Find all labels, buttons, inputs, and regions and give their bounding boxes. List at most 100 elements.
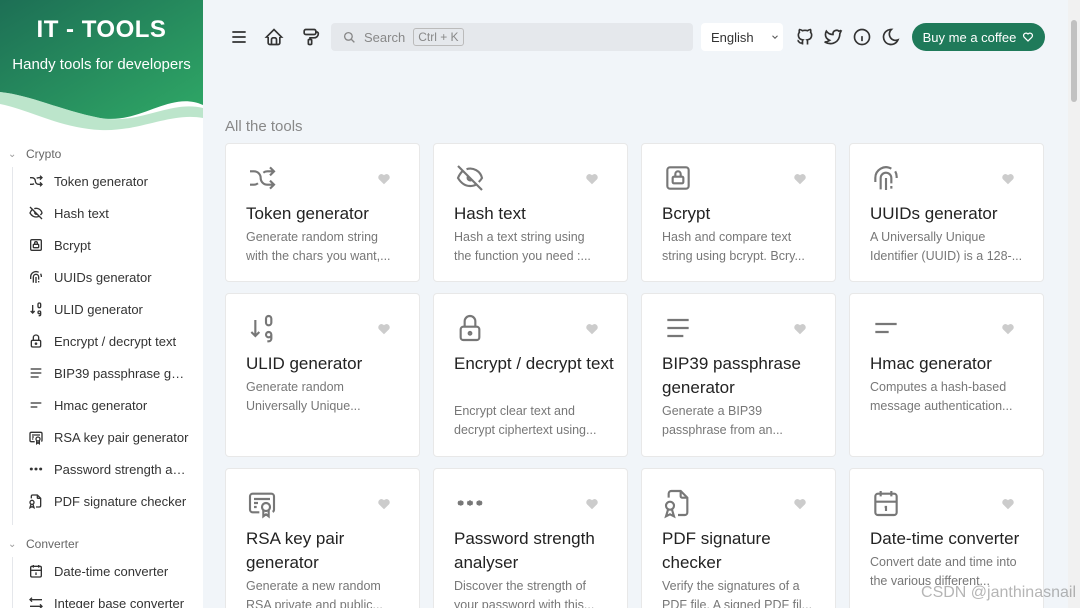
chevron-down-icon xyxy=(771,35,778,39)
tool-card-description-line: Encrypt clear text and xyxy=(454,404,575,418)
favorite-heart-icon[interactable] xyxy=(585,497,599,511)
tool-card-rsa-key-pair-generator[interactable]: RSA key pair generator Generate a new ran… xyxy=(225,468,420,608)
tool-card-description-line: Hash and compare text xyxy=(662,230,792,244)
tool-card-password-strength-analyser[interactable]: Password strength analyser Discover the s… xyxy=(433,468,628,608)
sidebar-item-hmac-generator[interactable]: Hmac generator xyxy=(28,391,198,419)
dark-mode-toggle[interactable] xyxy=(878,24,904,50)
sort-numeric-icon xyxy=(246,312,278,344)
sidebar-group-label: Converter xyxy=(26,537,79,551)
language-select[interactable]: English xyxy=(701,23,783,51)
tool-card-encrypt-decrypt-text[interactable]: Encrypt / decrypt text Encrypt clear text… xyxy=(433,293,628,457)
favorite-heart-icon[interactable] xyxy=(1001,497,1015,511)
favorite-heart-icon[interactable] xyxy=(585,322,599,336)
file-certificate-icon xyxy=(662,487,694,519)
sidebar-group-crypto[interactable]: ⌄ Crypto xyxy=(8,147,61,161)
tool-card-description: Generate a BIP39 passphrase from an... xyxy=(662,402,822,440)
search-input[interactable]: Search Ctrl + K xyxy=(331,23,693,51)
sidebar-item-token-generator[interactable]: Token generator xyxy=(28,167,198,195)
page-scrollbar[interactable] xyxy=(1068,0,1080,608)
lock-icon xyxy=(28,333,44,349)
lock-icon xyxy=(454,312,486,344)
favorite-heart-icon[interactable] xyxy=(1001,172,1015,186)
favorite-heart-icon[interactable] xyxy=(377,322,391,336)
tool-card-description-line: Generate a BIP39 xyxy=(662,404,763,418)
tool-card-description-line: Hash a text string using xyxy=(454,230,585,244)
about-button[interactable] xyxy=(849,24,875,50)
sidebar-item-hash-text[interactable]: Hash text xyxy=(28,199,198,227)
sidebar-item-label: Hash text xyxy=(54,205,109,221)
sort-numeric-icon xyxy=(28,301,44,317)
tool-card-description-line: Universally Unique... xyxy=(246,399,361,413)
tool-card-description: A Universally Unique Identifier (UUID) is… xyxy=(870,228,1030,266)
certificate-icon xyxy=(246,487,278,519)
search-shortcut-hint: Ctrl + K xyxy=(413,28,464,46)
sidebar-item-pdf-signature[interactable]: PDF signature checker xyxy=(28,487,198,515)
sidebar-item-rsa-key-pair[interactable]: RSA key pair generator xyxy=(28,423,198,451)
sidebar-item-ulid-generator[interactable]: ULID generator xyxy=(28,295,198,323)
tool-card-bcrypt[interactable]: Bcrypt Hash and compare text string using … xyxy=(641,143,836,282)
shuffle-icon xyxy=(28,173,44,189)
favorite-heart-icon[interactable] xyxy=(793,322,807,336)
align-justified-icon xyxy=(28,365,44,381)
tool-card-description: Verify the signatures of a PDF file. A si… xyxy=(662,577,822,608)
password-icon xyxy=(454,487,486,519)
tool-card-description-line: Verify the signatures of a xyxy=(662,579,800,593)
tool-card-bip39-passphrase-generator[interactable]: BIP39 passphrase generator Generate a BIP… xyxy=(641,293,836,457)
lock-square-icon xyxy=(28,237,44,253)
tool-card-description: Generate random string with the chars you… xyxy=(246,228,406,266)
tool-card-description: Hash and compare text string using bcrypt… xyxy=(662,228,822,266)
twitter-icon xyxy=(824,29,843,45)
sidebar-item-integer-base-converter[interactable]: Integer base converter xyxy=(28,589,198,608)
short-text-icon xyxy=(870,312,902,344)
tool-card-description-line: the function you need :... xyxy=(454,249,591,263)
ui-lib-button[interactable] xyxy=(297,24,323,50)
tool-card-ulid-generator[interactable]: ULID generator Generate random Universally… xyxy=(225,293,420,457)
coffee-button-label: Buy me a coffee xyxy=(922,29,1017,45)
sidebar-item-uuids-generator[interactable]: UUIDs generator xyxy=(28,263,198,291)
tool-card-title: Encrypt / decrypt text xyxy=(454,354,614,373)
sidebar-item-bcrypt[interactable]: Bcrypt xyxy=(28,231,198,259)
tool-card-hash-text[interactable]: Hash text Hash a text string using the fun… xyxy=(433,143,628,282)
menu-icon xyxy=(232,31,246,43)
sidebar-item-label: BIP39 passphrase generator xyxy=(54,365,190,381)
tool-card-description-line: Generate random xyxy=(246,380,344,394)
tool-card-description-line: with the chars you want,... xyxy=(246,249,391,263)
sidebar-item-date-time-converter[interactable]: Date-time converter xyxy=(28,557,198,585)
buy-me-a-coffee-button[interactable]: Buy me a coffee xyxy=(912,23,1045,51)
sidebar-item-label: ULID generator xyxy=(54,301,143,317)
favorite-heart-icon[interactable] xyxy=(585,172,599,186)
tool-card-description-line: message authentication... xyxy=(870,399,1013,413)
menu-toggle-button[interactable] xyxy=(226,24,252,50)
tool-card-title: Hmac generator xyxy=(870,354,992,373)
scrollbar-thumb[interactable] xyxy=(1071,20,1077,102)
favorite-heart-icon[interactable] xyxy=(1001,322,1015,336)
tool-card-description-line: Generate a new random xyxy=(246,579,381,593)
sidebar-item-bip39[interactable]: BIP39 passphrase generator xyxy=(28,359,198,387)
tool-card-token-generator[interactable]: Token generator Generate random string wit… xyxy=(225,143,420,282)
sidebar-item-password-strength[interactable]: Password strength analyser xyxy=(28,455,198,483)
sidebar-item-label: RSA key pair generator xyxy=(54,429,189,445)
twitter-button[interactable] xyxy=(820,24,846,50)
home-button[interactable] xyxy=(261,24,287,50)
tool-card-pdf-signature-checker[interactable]: PDF signature checker Verify the signatur… xyxy=(641,468,836,608)
sidebar-group-converter[interactable]: ⌄ Converter xyxy=(8,537,79,551)
github-icon xyxy=(797,28,813,45)
sidebar-item-encrypt-decrypt[interactable]: Encrypt / decrypt text xyxy=(28,327,198,355)
tool-card-title: RSA key pair generator xyxy=(246,529,345,572)
brand-header[interactable]: IT - TOOLS Handy tools for developers xyxy=(0,0,203,132)
favorite-heart-icon[interactable] xyxy=(793,172,807,186)
favorite-heart-icon[interactable] xyxy=(377,172,391,186)
github-button[interactable] xyxy=(792,24,818,50)
favorite-heart-icon[interactable] xyxy=(377,497,391,511)
tool-card-description-line: decrypt ciphertext using... xyxy=(454,423,597,437)
shuffle-icon xyxy=(246,162,278,194)
group-guide-line xyxy=(12,557,13,608)
tool-card-title: Token generator xyxy=(246,204,369,223)
tool-card-description-line: passphrase from an... xyxy=(662,423,783,437)
tool-card-hmac-generator[interactable]: Hmac generator Computes a hash-based messa… xyxy=(849,293,1044,457)
sidebar-item-label: UUIDs generator xyxy=(54,269,152,285)
tool-card-description-line: your password with this... xyxy=(454,598,595,608)
favorite-heart-icon[interactable] xyxy=(793,497,807,511)
brand-subtitle: Handy tools for developers xyxy=(12,56,191,73)
tool-card-uuids-generator[interactable]: UUIDs generator A Universally Unique Ident… xyxy=(849,143,1044,282)
